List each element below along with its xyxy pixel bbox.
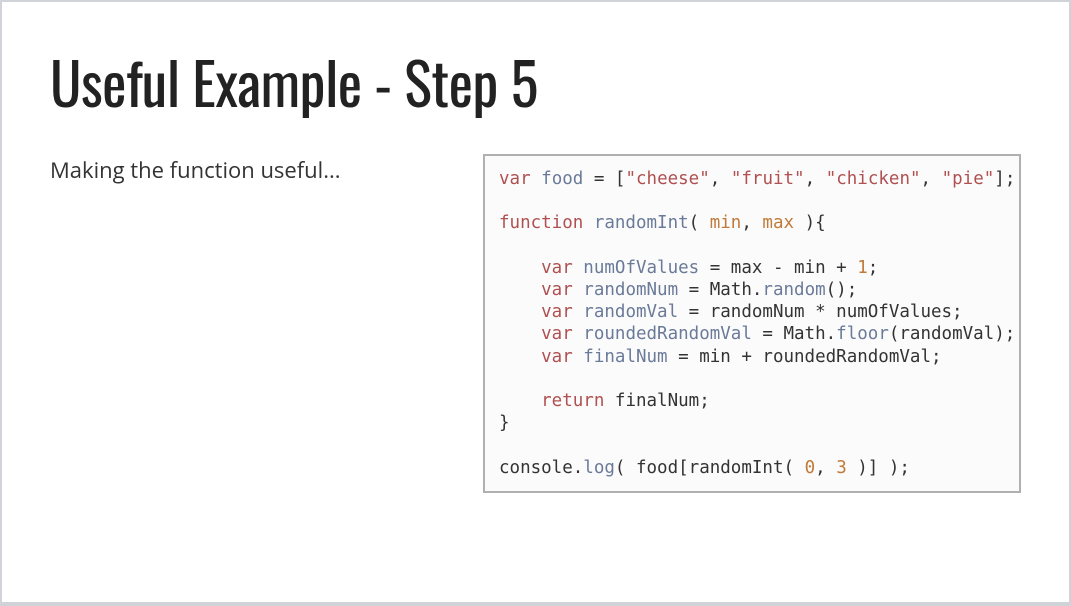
code-token [499, 191, 510, 211]
code-token: 3 [836, 458, 847, 478]
code-token: } [499, 413, 510, 433]
code-token: min [710, 213, 742, 233]
code-token: floor [836, 324, 889, 344]
code-token: ]; [994, 169, 1015, 189]
code-token: "cheese" [625, 169, 709, 189]
code-token: ( [689, 213, 710, 233]
code-token: "chicken" [826, 169, 921, 189]
code-line: var roundedRandomVal = Math.floor(random… [499, 323, 1005, 345]
code-token: , [741, 213, 762, 233]
code-line: var food = ["cheese", "fruit", "chicken"… [499, 168, 1005, 190]
slide: Useful Example - Step 5 Making the funct… [2, 2, 1069, 602]
code-token: "fruit" [731, 169, 805, 189]
code-token: function [499, 213, 594, 233]
code-token: food [541, 169, 583, 189]
code-token [499, 435, 510, 455]
code-token: finalNum [583, 347, 667, 367]
code-token: randomInt [594, 213, 689, 233]
code-token: = max - min + [699, 258, 857, 278]
code-token: , [921, 169, 942, 189]
code-token: finalNum; [615, 391, 710, 411]
code-token: max [762, 213, 794, 233]
code-token [499, 235, 510, 255]
code-token: numOfValues [583, 258, 699, 278]
code-token: var [499, 280, 583, 300]
code-token: randomVal [583, 302, 678, 322]
code-token: console. [499, 458, 583, 478]
code-token: ( food[randomInt( [615, 458, 805, 478]
code-token: = Math. [752, 324, 836, 344]
code-line: function randomInt( min, max ){ [499, 212, 1005, 234]
code-token: = Math. [678, 280, 762, 300]
code-token: "pie" [942, 169, 995, 189]
code-token [499, 369, 510, 389]
code-token: random [762, 280, 825, 300]
code-token: = min + roundedRandomVal; [668, 347, 942, 367]
code-token: , [710, 169, 731, 189]
code-line: var numOfValues = max - min + 1; [499, 257, 1005, 279]
code-line [499, 190, 1005, 212]
code-line: var randomNum = Math.random(); [499, 279, 1005, 301]
code-line [499, 434, 1005, 456]
code-line: return finalNum; [499, 390, 1005, 412]
code-token: = randomNum * numOfValues; [678, 302, 962, 322]
code-token: ){ [794, 213, 826, 233]
content-row: Making the function useful... var food =… [50, 154, 1021, 493]
code-token: var [499, 169, 541, 189]
code-line [499, 234, 1005, 256]
slide-title: Useful Example - Step 5 [50, 50, 1021, 114]
code-token: ; [868, 258, 879, 278]
slide-subtitle: Making the function useful... [50, 154, 463, 185]
code-token: randomNum [583, 280, 678, 300]
code-token: (); [826, 280, 858, 300]
code-line: console.log( food[randomInt( 0, 3 )] ); [499, 457, 1005, 479]
code-token: var [499, 258, 583, 278]
code-token: log [583, 458, 615, 478]
code-token: , [805, 169, 826, 189]
code-token: 0 [805, 458, 816, 478]
code-token: var [499, 347, 583, 367]
code-line: var finalNum = min + roundedRandomVal; [499, 346, 1005, 368]
code-token: = [ [583, 169, 625, 189]
code-line [499, 368, 1005, 390]
code-token: )] ); [847, 458, 910, 478]
code-token: 1 [857, 258, 868, 278]
code-block: var food = ["cheese", "fruit", "chicken"… [483, 154, 1021, 493]
code-token: return [499, 391, 615, 411]
code-token: var [499, 324, 583, 344]
code-token: roundedRandomVal [583, 324, 752, 344]
code-line: var randomVal = randomNum * numOfValues; [499, 301, 1005, 323]
code-token: (randomVal); [889, 324, 1015, 344]
code-token: var [499, 302, 583, 322]
code-token: , [815, 458, 836, 478]
code-line: } [499, 412, 1005, 434]
